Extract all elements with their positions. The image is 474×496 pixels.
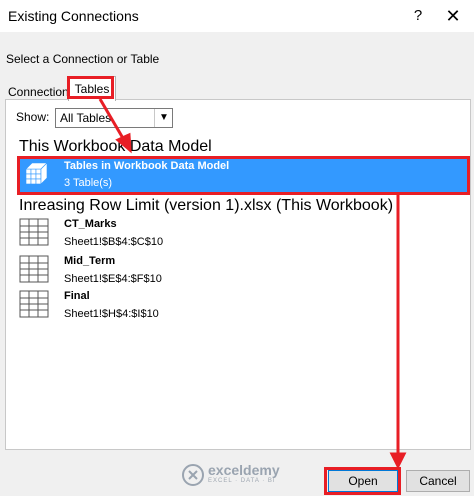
annotation-arrows: [98, 98, 407, 470]
arrow-tab-to-row: [98, 98, 132, 154]
existing-connections-dialog: Existing Connections ? ✕ Select a Connec…: [0, 0, 474, 496]
arrow-row-to-open: [389, 195, 407, 470]
